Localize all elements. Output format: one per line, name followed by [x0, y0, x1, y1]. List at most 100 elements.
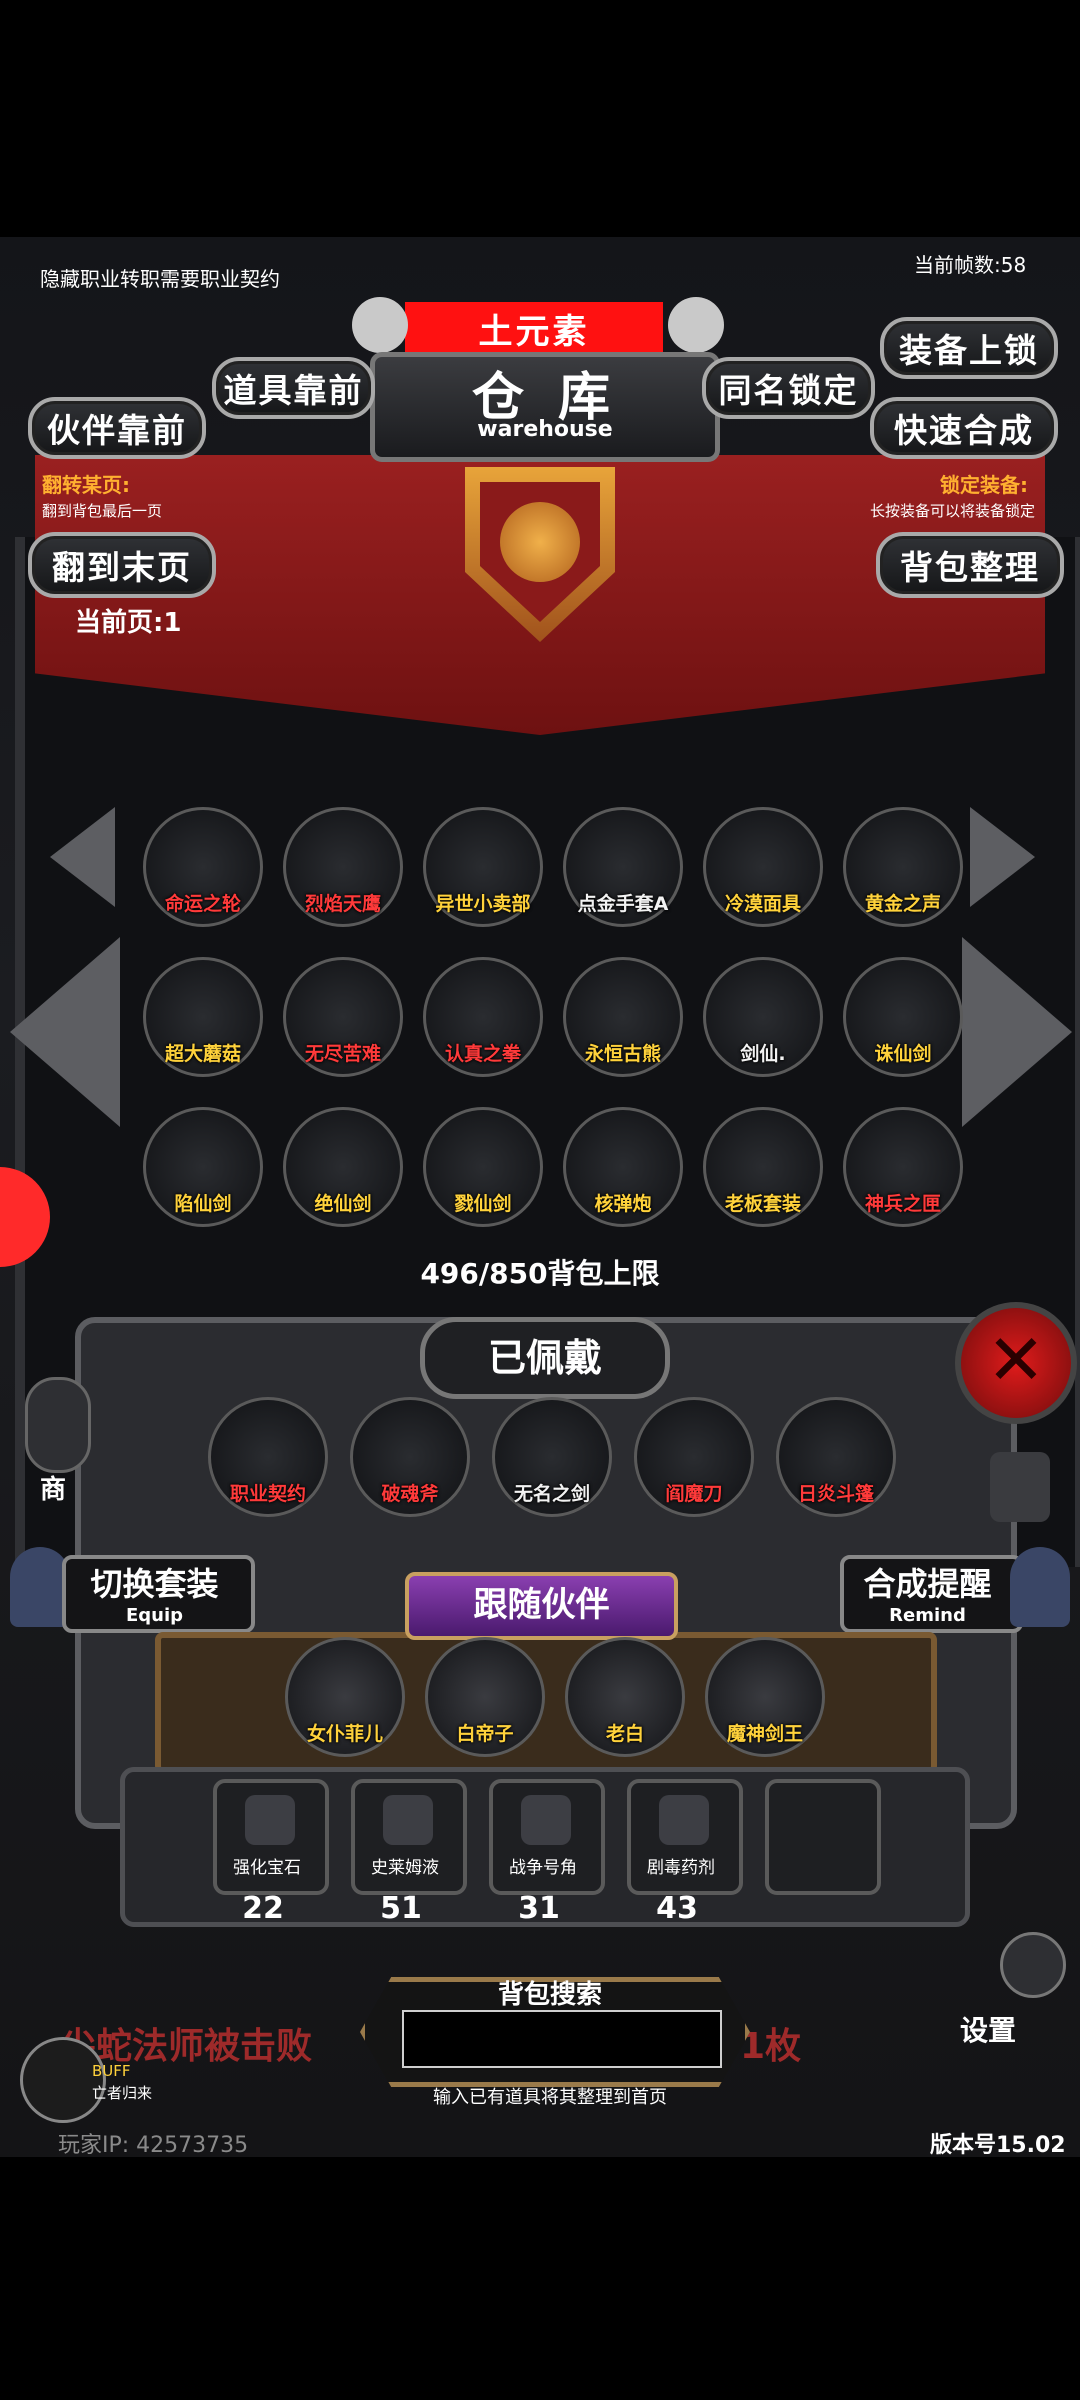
partners-first-button[interactable]: 伙伴靠前 — [28, 397, 206, 459]
item-name: 超大蘑菇 — [164, 1043, 241, 1065]
item-name: 认真之拳 — [444, 1043, 521, 1065]
warehouse-subtitle: warehouse — [477, 417, 613, 442]
to-last-page-button[interactable]: 翻到末页 — [28, 532, 216, 598]
horn-icon — [521, 1795, 571, 1845]
shop-icon[interactable] — [25, 1377, 91, 1473]
partner-name: 魔神剑王 — [726, 1723, 803, 1745]
item-name: 无名之剑 — [513, 1483, 590, 1505]
current-page-label: 当前页:1 — [75, 608, 182, 638]
item-name: 阎魔刀 — [665, 1483, 723, 1505]
item-name: 命运之轮 — [164, 893, 241, 915]
equipped-item[interactable]: 日炎斗篷 — [776, 1397, 896, 1537]
switch-set-label: 切换套装 — [90, 1565, 219, 1603]
inventory-item[interactable]: 黄金之声 — [843, 807, 963, 947]
partner-name: 老白 — [605, 1723, 644, 1745]
element-label: 土元素 — [405, 302, 663, 354]
next-page-arrow-icon[interactable] — [962, 937, 1072, 1127]
fps-counter: 当前帧数:58 — [914, 253, 1027, 277]
inventory-item[interactable]: 永恒古熊 — [563, 957, 683, 1097]
inventory-item[interactable]: 老板套装 — [703, 1107, 823, 1247]
inventory-item[interactable]: 神兵之匣 — [843, 1107, 963, 1247]
inventory-item[interactable]: 认真之拳 — [423, 957, 543, 1097]
empty-consumable-slot[interactable] — [765, 1779, 881, 1895]
kill-broadcast-tail: 1枚 — [740, 2026, 802, 2067]
consumable-slot[interactable]: 强化宝石 — [213, 1779, 329, 1895]
lock-equip-title: 锁定装备: — [940, 473, 1028, 497]
inventory-item[interactable]: 命运之轮 — [143, 807, 263, 947]
item-name: 核弹炮 — [594, 1193, 652, 1215]
item-name: 黄金之声 — [864, 893, 941, 915]
inventory-item[interactable]: 无尽苦难 — [283, 957, 403, 1097]
inventory-item[interactable]: 超大蘑菇 — [143, 957, 263, 1097]
item-name: 老板套装 — [724, 1193, 801, 1215]
equipped-item[interactable]: 破魂斧 — [350, 1397, 470, 1537]
skull-buff-icon[interactable] — [20, 2037, 106, 2123]
item-name: 绝仙剑 — [314, 1193, 372, 1215]
equipped-item[interactable]: 阎魔刀 — [634, 1397, 754, 1537]
partner-slot[interactable]: 老白 — [565, 1637, 685, 1777]
next-page-small-arrow-icon[interactable] — [970, 807, 1035, 907]
prev-page-arrow-icon[interactable] — [10, 937, 120, 1127]
inventory-item[interactable]: 冷漠面具 — [703, 807, 823, 947]
item-name: 破魂斧 — [381, 1483, 439, 1505]
sort-bag-button[interactable]: 背包整理 — [876, 532, 1064, 598]
green-gem-icon — [245, 1795, 295, 1845]
consumable-slot[interactable]: 战争号角 — [489, 1779, 605, 1895]
equipped-item[interactable]: 职业契约 — [208, 1397, 328, 1537]
item-name: 冷漠面具 — [724, 893, 801, 915]
partner-slot[interactable]: 女仆菲儿 — [285, 1637, 405, 1777]
search-title: 背包搜索 — [497, 1980, 602, 2010]
items-first-button[interactable]: 道具靠前 — [212, 357, 375, 419]
inventory-item[interactable]: 烈焰天鹰 — [283, 807, 403, 947]
consumable-name: 强化宝石 — [233, 1858, 301, 1878]
item-name: 点金手套A — [577, 893, 669, 915]
flip-page-desc: 翻到背包最后一页 — [42, 502, 163, 520]
inventory-item[interactable]: 绝仙剑 — [283, 1107, 403, 1247]
lock-equip-desc: 长按装备可以将装备锁定 — [870, 502, 1036, 520]
version-label: 版本号15.02 — [930, 2133, 1066, 2157]
shop-label: 商 — [40, 1475, 67, 1505]
item-name: 烈焰天鹰 — [304, 893, 381, 915]
equipped-title: 已佩戴 — [420, 1317, 670, 1399]
search-input[interactable] — [402, 2010, 722, 2068]
inventory-item[interactable]: 核弹炮 — [563, 1107, 683, 1247]
class-change-hint: 隐藏职业转职需要职业契约 — [40, 267, 280, 291]
consumable-count: 31 — [518, 1891, 560, 1926]
buff-sub-label: 亡者归来 — [92, 2084, 153, 2102]
consumable-slot[interactable]: 剧毒药剂 — [627, 1779, 743, 1895]
game-screen: 隐藏职业转职需要职业契约 当前帧数:58 土元素 仓 库 warehouse 道… — [0, 237, 1080, 2157]
inventory-item[interactable]: 异世小卖部 — [423, 807, 543, 947]
same-name-lock-button[interactable]: 同名锁定 — [702, 357, 875, 419]
prev-page-small-arrow-icon[interactable] — [50, 807, 115, 907]
switch-set-sub: Equip — [125, 1605, 184, 1626]
item-name: 异世小卖部 — [435, 893, 531, 915]
consumable-name: 剧毒药剂 — [647, 1858, 715, 1878]
inventory-item[interactable]: 陷仙剑 — [143, 1107, 263, 1247]
player-ip: 玩家IP: 42573735 — [58, 2133, 249, 2157]
item-name: 神兵之匣 — [864, 1193, 941, 1215]
dice-icon[interactable] — [990, 1452, 1050, 1522]
partner-slot[interactable]: 魔神剑王 — [705, 1637, 825, 1777]
equipped-item[interactable]: 无名之剑 — [492, 1397, 612, 1537]
skull-right-icon — [668, 297, 724, 353]
inventory-item[interactable]: 点金手套A — [563, 807, 683, 947]
close-icon[interactable]: ✕ — [955, 1302, 1077, 1424]
gear-icon[interactable] — [1000, 1932, 1066, 1998]
partner-name: 女仆菲儿 — [306, 1723, 383, 1745]
item-name: 无尽苦难 — [304, 1043, 381, 1065]
equip-lock-button[interactable]: 装备上锁 — [880, 317, 1058, 379]
consumable-count: 43 — [656, 1891, 698, 1926]
inventory-item[interactable]: 戮仙剑 — [423, 1107, 543, 1247]
flip-page-title: 翻转某页: — [42, 473, 130, 497]
consumable-slot[interactable]: 史莱姆液 — [351, 1779, 467, 1895]
settings-label: 设置 — [960, 2014, 1017, 2047]
skull-left-icon — [352, 297, 408, 353]
merge-remind-label: 合成提醒 — [863, 1565, 992, 1603]
item-name: 陷仙剑 — [174, 1193, 232, 1215]
partner-slot[interactable]: 白帝子 — [425, 1637, 545, 1777]
quick-merge-button[interactable]: 快速合成 — [870, 397, 1058, 459]
consumable-name: 史莱姆液 — [371, 1858, 439, 1878]
bag-capacity: 496/850背包上限 — [420, 1257, 660, 1290]
inventory-item[interactable]: 剑仙. — [703, 957, 823, 1097]
inventory-item[interactable]: 诛仙剑 — [843, 957, 963, 1097]
